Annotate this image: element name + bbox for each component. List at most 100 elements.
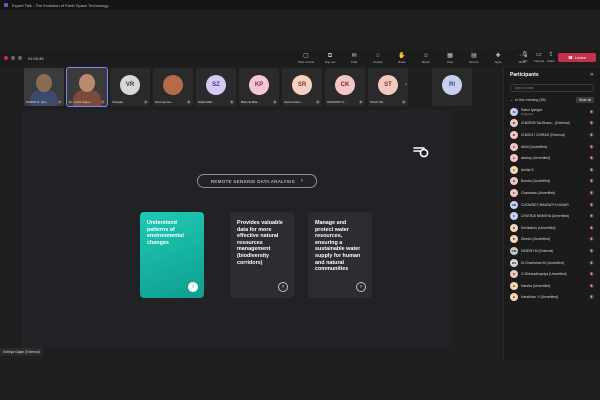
toolbar-people-button[interactable]: ☺ People [369, 53, 387, 64]
slide-card-text: Understand patterns of environmental cha… [147, 220, 184, 246]
participant-row[interactable]: DS Dr Dineeshan M (Unverified) 🔇 [504, 257, 600, 269]
avatar: 2I [510, 119, 518, 128]
participant-row[interactable]: 2I 21NSE09 Sai Bhara... (External) 🔇 [504, 118, 600, 130]
participant-row[interactable]: H Harshitha. V (Unverified) 🔇 [504, 292, 600, 304]
participant-name-block: Ankita S [521, 168, 583, 172]
chat-icon: ✉ [351, 52, 357, 59]
participant-row[interactable]: H Harsha (Unverified) 🔇 [504, 280, 600, 292]
section-label: In this meeting (85) [515, 98, 546, 102]
participant-row[interactable]: C CH4TB15 NIMISHA (Unverified) 🔇 [504, 210, 600, 222]
participant-tile[interactable]: KP Bhavna Bha... 🔇 [239, 68, 279, 106]
participant-row[interactable]: A Ankita S 🔇 [504, 164, 600, 176]
participant-row[interactable]: A Abhil (Unverified) 🔇 [504, 141, 600, 153]
share-button[interactable]: ⇪ Share [544, 52, 558, 63]
avatar: CB [510, 200, 518, 209]
participant-name: DINESH M (External) [521, 248, 554, 253]
avatar: C [510, 212, 518, 221]
toolbar-react-button[interactable]: ☺ React [417, 53, 435, 64]
participant-tile[interactable]: SR Suman Ram... 🔇 [282, 68, 322, 106]
toolbar-apps-button[interactable]: ✚ Apps [489, 53, 507, 64]
participant-name: Ankita S [521, 167, 534, 172]
participant-row[interactable]: D Devikabhu (Unverified) 🔇 [504, 222, 600, 234]
strip-next-chevron-icon[interactable]: › [405, 82, 407, 88]
camera-icon: ▭ [536, 52, 542, 58]
title-bar: Expert Talk - The Evolution of Earth Spa… [0, 0, 600, 10]
participant-name-block: 21NS017 CHIRAG (External) [521, 133, 583, 137]
window-title: Expert Talk - The Evolution of Earth Spa… [12, 2, 109, 8]
participant-row[interactable]: 2I 21NS017 CHIRAG (External) 🔇 [504, 129, 600, 141]
participant-list: SI Rahul Iyengar Organiser 🔇 2I 21NSE09 Sai B… [504, 106, 600, 303]
participant-tile-name: Soumya Gu... [155, 100, 174, 104]
toolbar-view-button[interactable]: ▦ View [441, 53, 459, 64]
participant-row[interactable]: G G.Dhinsadhupriya (Unverified) 🔇 [504, 268, 600, 280]
react-icon: ☺ [422, 52, 430, 59]
participant-row[interactable]: Aakshay (Unverified) 🔇 [504, 152, 600, 164]
participant-name: 21NS017 CHIRAG (External) [521, 132, 565, 137]
participant-tile[interactable]: Soumya Gu... 🔇 [153, 68, 193, 106]
participant-row[interactable]: SI Rahul Iyengar Organiser 🔇 [504, 106, 600, 118]
info-icon[interactable] [11, 56, 15, 60]
presenter-name: Sothiya Gajan (External) [3, 350, 40, 354]
mic-muted-icon: 🔇 [589, 121, 594, 126]
overflow-participant-tile[interactable]: RI [432, 68, 472, 106]
presenter-name-label: Sothiya Gajan (External) [0, 348, 43, 356]
avatar: SI [510, 107, 518, 116]
mic-muted-icon: 🔇 [589, 225, 594, 230]
participant-tile[interactable]: ST Shruti Tiw... 🔇 [368, 68, 408, 106]
avatar [163, 75, 183, 95]
toolbar-raise-button[interactable]: ✋ Raise [393, 53, 411, 64]
participant-name-block: akshay (Unverified) [521, 156, 583, 160]
participant-name-block: Dr Dineeshan M (Unverified) [521, 261, 583, 265]
chevron-right-icon: › [300, 178, 304, 184]
participant-tile[interactable]: SZ Shaik Mah... 🔇 [196, 68, 236, 106]
mute-all-button[interactable]: Mute all [576, 97, 594, 103]
close-icon[interactable]: ✕ [590, 72, 594, 78]
participant-row[interactable]: CB CHOWDEY BHARATH KUMAR 🔇 [504, 199, 600, 211]
slide-card-text: Manage and protect water resources, ensu… [315, 220, 361, 273]
avatar: SR [292, 75, 312, 95]
participant-name: Bombs (Unverified) [521, 179, 551, 184]
toolbar-label: Chat [350, 59, 358, 64]
mic-label: Mic [522, 59, 528, 63]
participant-name-block: DINESH M (External) [521, 249, 583, 253]
avatar: VR [120, 75, 140, 95]
avatar: C [510, 188, 518, 197]
participant-tile[interactable]: VARUN S. (Gu... 🔇 [24, 68, 64, 106]
toolbar-rooms-button[interactable]: ▤ Rooms [465, 53, 483, 64]
toolbar-chat-button[interactable]: ✉ Chat [345, 53, 363, 64]
mic-muted-icon: 🔇 [58, 100, 62, 104]
avatar: DM [510, 246, 518, 255]
in-meeting-section[interactable]: ⌄ In this meeting (85) Mute all [504, 94, 600, 106]
toolbar-actions: ▢ Take control ⧉ Pop out ✉ Chat ☺ People ✋ Raise ☺… [297, 50, 531, 66]
leave-button[interactable]: ☎ Leave [558, 53, 596, 62]
mic-muted-icon: 🔇 [589, 190, 594, 195]
participant-tile[interactable]: CK CHINMAYI K... 🔇 [325, 68, 365, 106]
mic-muted-icon: 🔇 [589, 109, 594, 114]
participant-tile-name: Suman Ram... [284, 100, 304, 104]
participant-name-block: Abhil (Unverified) [521, 145, 583, 149]
chevron-right-icon: › [356, 282, 366, 292]
people-icon: ☺ [374, 52, 382, 59]
toolbar-take-control-button[interactable]: ▢ Take control [297, 53, 315, 64]
participant-tile[interactable]: VR Vinayak... 🔇 [110, 68, 150, 106]
mic-muted-icon: 🔇 [589, 167, 594, 172]
raise-hand-icon: ✋ [398, 52, 406, 59]
mic-muted-icon: 🔇 [144, 100, 148, 104]
participant-search-input[interactable]: Type a name [510, 84, 594, 92]
chevron-right-icon: › [278, 282, 288, 292]
participant-row[interactable]: C Chandana (Unverified) 🔇 [504, 187, 600, 199]
avatar: H [510, 293, 518, 302]
participant-name-block: CH4TB15 NIMISHA (Unverified) [521, 214, 583, 218]
pill-label: REMOTE SENSING DATA ANALYSIS [210, 178, 295, 184]
participant-row[interactable]: B Bombs (Unverified) 🔇 [504, 176, 600, 188]
participant-row[interactable]: D Dinesh (Unverified) 🔇 [504, 234, 600, 246]
shield-icon[interactable] [18, 56, 22, 60]
participant-tile-name: VARUN S. (Gu... [26, 100, 49, 104]
toolbar-pop-out-button[interactable]: ⧉ Pop out [321, 53, 339, 64]
mic-muted-icon: 🔇 [273, 100, 277, 104]
participant-tile-name: Vinayak... [112, 100, 126, 104]
avatar: A [510, 154, 518, 163]
participant-tile[interactable]: Dr. Latha Sujee... 🔇 [66, 67, 108, 107]
mic-button[interactable]: 🎙 Mic [518, 52, 532, 63]
participant-row[interactable]: DM DINESH M (External) 🔇 [504, 245, 600, 257]
